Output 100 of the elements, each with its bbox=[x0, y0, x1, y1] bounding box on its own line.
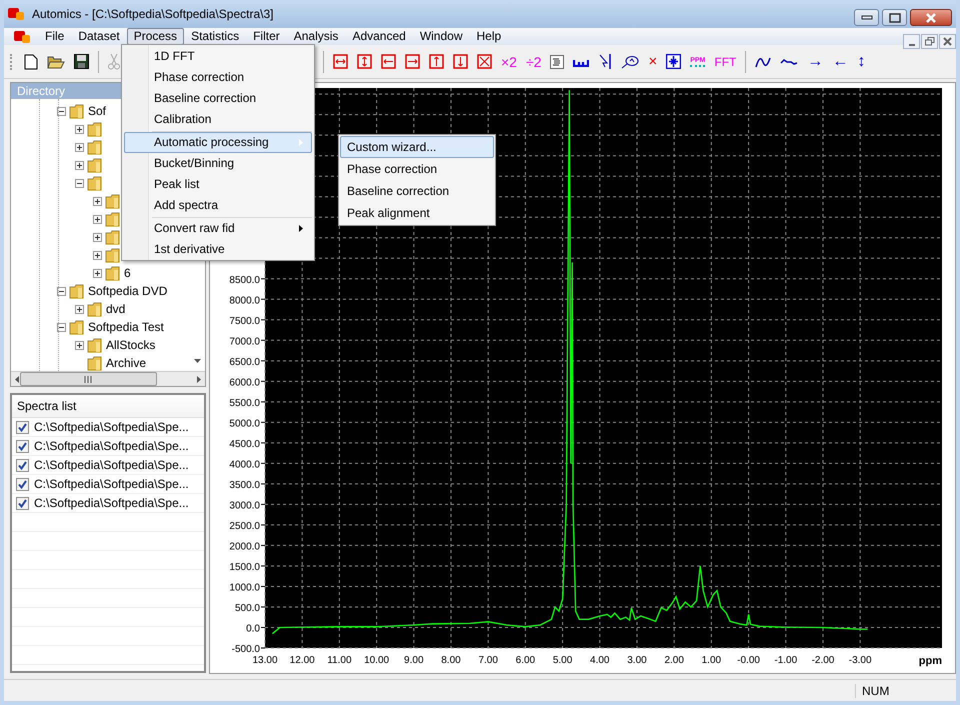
folder-name[interactable]: Archive bbox=[106, 356, 146, 370]
menu-option[interactable]: Custom wizard... bbox=[340, 136, 494, 158]
x-tick-label: 1.00 bbox=[702, 655, 722, 666]
y-tick-label: 6500.0 bbox=[229, 356, 260, 368]
folder-icon bbox=[87, 140, 103, 154]
delete-button[interactable]: × bbox=[648, 53, 658, 70]
folder-name[interactable]: 6 bbox=[124, 266, 131, 280]
expander-icon[interactable] bbox=[57, 106, 66, 116]
expander-icon[interactable] bbox=[75, 124, 84, 134]
arrow-up-box-icon[interactable] bbox=[429, 54, 444, 69]
spectrum-path[interactable]: C:\Softpedia\Softpedia\Spe... bbox=[34, 420, 189, 434]
wave-icon[interactable] bbox=[780, 58, 798, 66]
menu-option[interactable]: Phase correction bbox=[340, 158, 494, 180]
center-peak-icon[interactable] bbox=[666, 54, 682, 69]
menu-option[interactable]: Calibration bbox=[124, 109, 312, 130]
folder-name[interactable]: Sof bbox=[88, 104, 106, 118]
expander-icon[interactable] bbox=[75, 340, 84, 350]
menu-option[interactable]: Baseline correction bbox=[340, 180, 494, 202]
y-tick-label: -500.0 bbox=[232, 644, 260, 655]
new-file-icon[interactable] bbox=[24, 54, 38, 70]
menu-item[interactable]: Dataset bbox=[71, 28, 127, 45]
grip-icon bbox=[84, 376, 92, 382]
x-tick-label: -1.00 bbox=[774, 655, 798, 666]
checkbox[interactable] bbox=[16, 440, 29, 452]
expander-icon[interactable] bbox=[75, 304, 84, 314]
spectrum-path[interactable]: C:\Softpedia\Softpedia\Spe... bbox=[34, 458, 189, 472]
menu-option[interactable]: Baseline correction bbox=[124, 88, 312, 109]
arrow-button[interactable]: ← bbox=[832, 52, 848, 70]
x-tick-label: -3.00 bbox=[848, 655, 872, 666]
menu-item[interactable]: Window bbox=[412, 28, 470, 45]
arrow-button[interactable]: ↕ bbox=[857, 52, 866, 70]
close-button[interactable] bbox=[910, 9, 952, 26]
fit-width-icon[interactable] bbox=[333, 54, 348, 69]
expander-icon[interactable] bbox=[75, 178, 84, 188]
menu-item[interactable]: File bbox=[38, 28, 72, 45]
menu-item[interactable]: Filter bbox=[246, 28, 287, 45]
arrow-button[interactable]: → bbox=[807, 52, 824, 70]
save-icon[interactable] bbox=[74, 54, 89, 69]
menu-item[interactable]: Analysis bbox=[286, 28, 346, 45]
checkbox[interactable] bbox=[16, 496, 29, 510]
expander-icon[interactable] bbox=[93, 268, 102, 278]
expander-icon[interactable] bbox=[93, 214, 102, 224]
menu-option[interactable]: 1st derivative bbox=[124, 239, 312, 260]
peak-pick-icon[interactable] bbox=[621, 54, 640, 69]
menu-option[interactable]: Bucket/Binning bbox=[124, 153, 312, 174]
scroll-down-icon[interactable] bbox=[194, 359, 201, 363]
num-lock-indicator: NUM bbox=[855, 684, 896, 698]
checkbox[interactable] bbox=[16, 420, 29, 434]
spectrum-path[interactable]: C:\Softpedia\Softpedia\Spe... bbox=[34, 439, 189, 453]
cubes-icon[interactable] bbox=[14, 30, 32, 44]
folder-name[interactable]: dvd bbox=[106, 302, 126, 316]
y-tick-label: 3500.0 bbox=[229, 480, 260, 491]
y-tick-label: 0.0 bbox=[246, 623, 260, 634]
spectrum-path[interactable]: C:\Softpedia\Softpedia\Spe... bbox=[34, 477, 189, 491]
close-button[interactable] bbox=[939, 34, 956, 49]
checkbox[interactable] bbox=[16, 478, 29, 490]
expander-icon[interactable] bbox=[75, 160, 84, 170]
expander-icon[interactable] bbox=[93, 250, 102, 260]
curve-icon[interactable] bbox=[755, 56, 772, 68]
menu-option[interactable]: Peak alignment bbox=[340, 202, 494, 224]
open-folder-icon[interactable] bbox=[47, 54, 65, 69]
folder-icon bbox=[87, 122, 103, 136]
x-tick-label: -2.00 bbox=[812, 655, 834, 666]
menu-item[interactable]: Process bbox=[126, 28, 184, 45]
list-icon[interactable] bbox=[550, 54, 564, 68]
spectrum-path[interactable]: C:\Softpedia\Softpedia\Spe... bbox=[34, 496, 189, 510]
menu-option[interactable]: Automatic processing bbox=[124, 132, 312, 153]
horizontal-scrollbar[interactable] bbox=[11, 371, 205, 386]
arrow-down-box-icon[interactable] bbox=[453, 54, 468, 69]
arrow-right-box-icon[interactable] bbox=[405, 54, 420, 69]
menu-item[interactable]: Help bbox=[470, 28, 508, 45]
restore-button[interactable] bbox=[921, 34, 938, 49]
cursor-icon[interactable] bbox=[598, 53, 612, 70]
minimize-button[interactable] bbox=[854, 9, 879, 26]
expander-icon[interactable] bbox=[57, 286, 66, 296]
minimize-button[interactable] bbox=[903, 34, 920, 49]
folder-name[interactable]: AllStocks bbox=[106, 338, 156, 352]
menu-option[interactable]: Add spectra bbox=[124, 195, 312, 216]
menu-option[interactable]: 1D FFT bbox=[124, 46, 312, 67]
menu-option[interactable]: Convert raw fid bbox=[124, 218, 312, 239]
y-tick-label: 1000.0 bbox=[229, 582, 260, 594]
y-tick-label: 2500.0 bbox=[229, 520, 260, 532]
menu-option[interactable]: Phase correction bbox=[124, 67, 312, 88]
expander-icon[interactable] bbox=[57, 322, 66, 332]
scrollbar-thumb[interactable] bbox=[20, 372, 156, 386]
expander-icon[interactable] bbox=[93, 196, 102, 206]
expander-icon[interactable] bbox=[75, 142, 84, 152]
fit-height-icon[interactable] bbox=[357, 54, 372, 69]
arrow-left-box-icon[interactable] bbox=[381, 54, 396, 69]
x-axis-label: ppm bbox=[918, 655, 942, 667]
checkbox[interactable] bbox=[16, 458, 29, 472]
fit-all-icon[interactable] bbox=[477, 54, 492, 69]
maximize-button[interactable] bbox=[882, 9, 907, 26]
menu-option[interactable]: Peak list bbox=[124, 174, 312, 195]
folder-name[interactable]: Softpedia DVD bbox=[88, 284, 168, 298]
menu-item[interactable]: Statistics bbox=[184, 28, 246, 45]
menu-item[interactable]: Advanced bbox=[345, 28, 413, 45]
scroll-right-icon[interactable] bbox=[197, 376, 201, 382]
folder-name[interactable]: Softpedia Test bbox=[88, 320, 164, 334]
expander-icon[interactable] bbox=[93, 232, 102, 242]
